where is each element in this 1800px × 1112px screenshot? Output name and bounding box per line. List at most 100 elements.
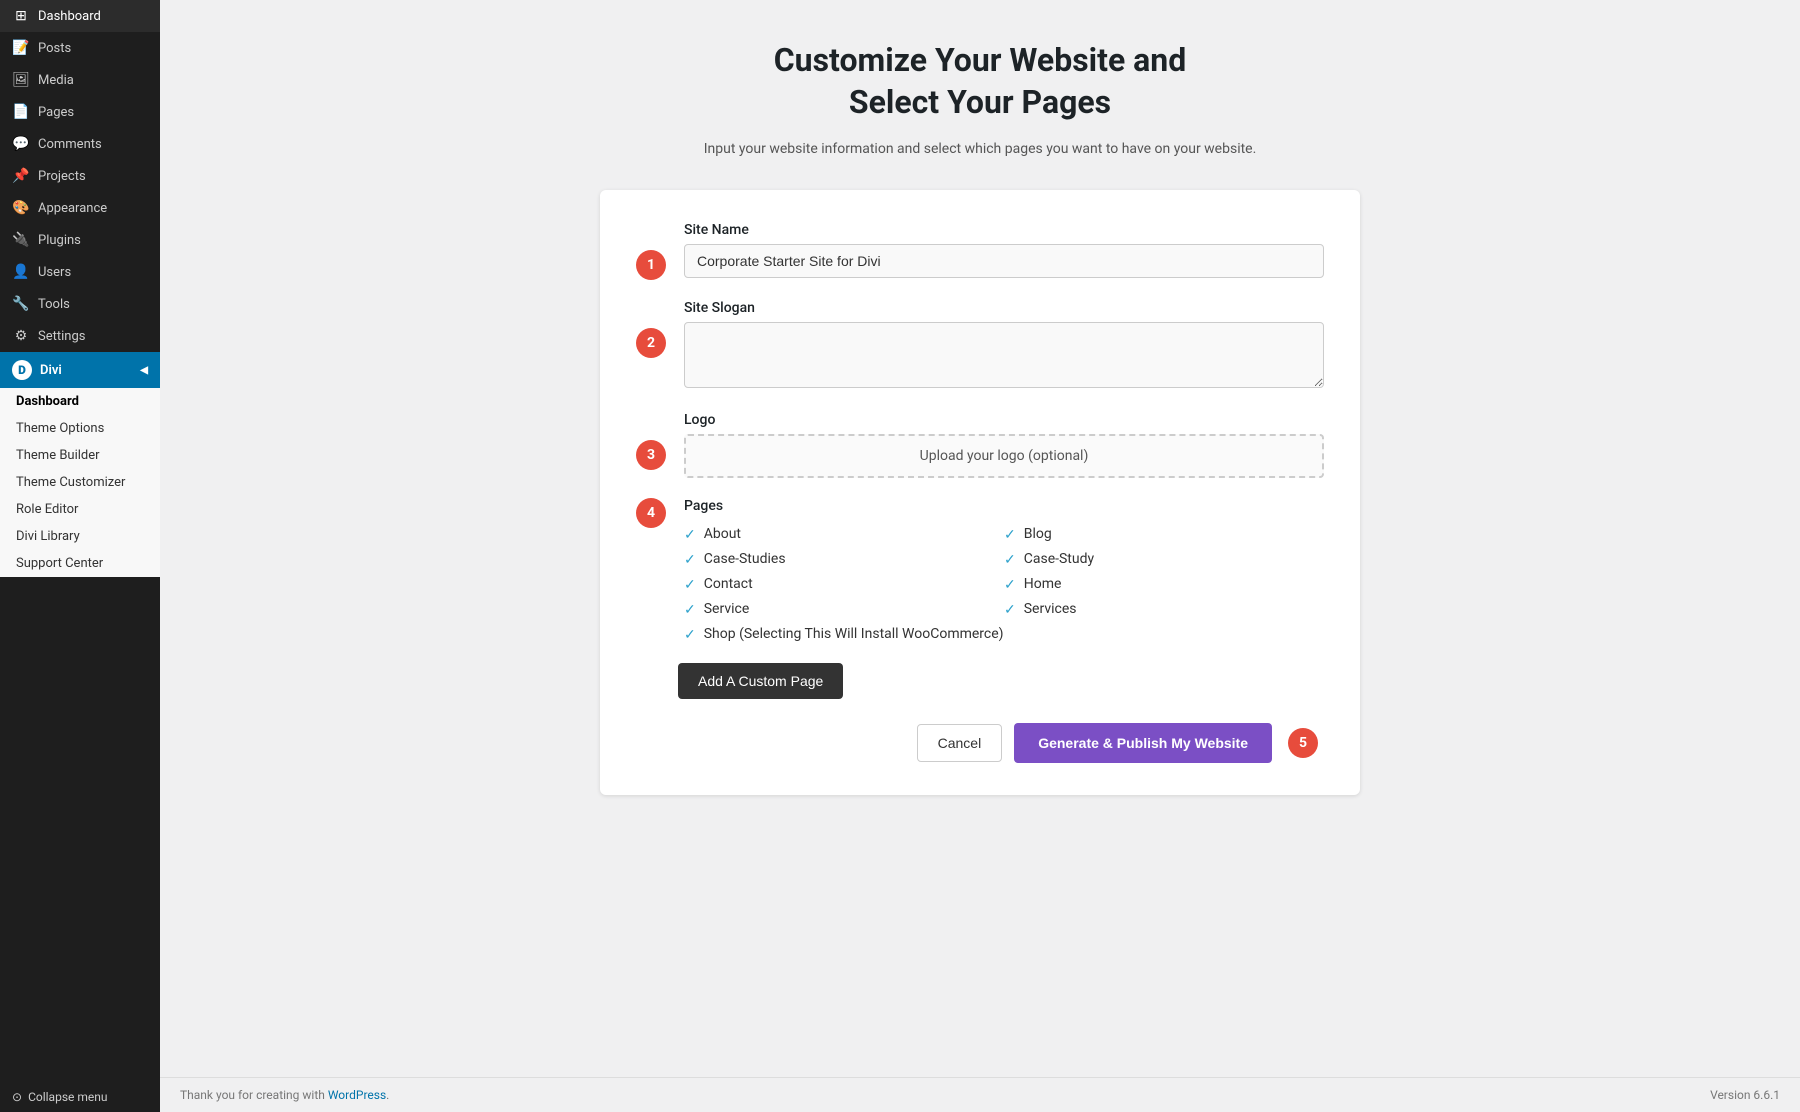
sidebar-item-users[interactable]: 👤Users <box>0 256 160 288</box>
step-5-badge: 5 <box>1288 728 1318 758</box>
site-slogan-label: Site Slogan <box>684 300 1324 316</box>
footer-left: Thank you for creating with WordPress. <box>180 1088 389 1102</box>
publish-button[interactable]: Generate & Publish My Website <box>1014 723 1272 763</box>
sidebar-item-label: Pages <box>38 105 74 120</box>
page-checkbox-row[interactable]: ✓ Shop (Selecting This Will Install WooCo… <box>684 626 1004 643</box>
page-label: Blog <box>1024 526 1052 542</box>
divi-submenu-support-center[interactable]: Support Center <box>0 550 160 577</box>
add-custom-page-button[interactable]: Add A Custom Page <box>678 663 843 699</box>
page-title: Customize Your Website and Select Your P… <box>220 40 1740 123</box>
sidebar-item-posts[interactable]: 📝 Posts <box>0 32 160 64</box>
comments-icon: 💬 <box>12 136 30 152</box>
site-slogan-row: 2 Site Slogan <box>636 300 1324 392</box>
sidebar-item-label: Projects <box>38 169 86 184</box>
add-custom-page-area: Add A Custom Page <box>636 655 1324 723</box>
divi-submenu-role-editor[interactable]: Role Editor <box>0 496 160 523</box>
cancel-button[interactable]: Cancel <box>917 724 1003 762</box>
divi-submenu-theme-builder[interactable]: Theme Builder <box>0 442 160 469</box>
divi-icon: D <box>12 360 32 380</box>
page-label: Home <box>1024 576 1062 592</box>
appearance-icon: 🎨 <box>12 200 30 216</box>
page-checkbox-row[interactable]: ✓Services <box>1004 601 1324 618</box>
check-icon: ✓ <box>1004 577 1016 593</box>
check-icon: ✓ <box>684 552 696 568</box>
divi-submenu-dashboard-sub[interactable]: Dashboard <box>0 388 160 415</box>
logo-upload-button[interactable]: Upload your logo (optional) <box>684 434 1324 478</box>
sidebar-item-label: Plugins <box>38 233 81 248</box>
step-2-badge: 2 <box>636 328 666 358</box>
form-actions: Cancel Generate & Publish My Website 5 <box>636 723 1324 763</box>
sidebar-item-label: Users <box>38 265 71 280</box>
check-icon: ✓ <box>684 577 696 593</box>
page-label: Shop (Selecting This Will Install WooCom… <box>704 626 1004 642</box>
plugins-icon: 🔌 <box>12 232 30 248</box>
pages-grid: ✓About✓Blog✓Case-Studies✓Case-Study✓Cont… <box>684 526 1324 643</box>
divi-submenu: DashboardTheme OptionsTheme BuilderTheme… <box>0 388 160 577</box>
check-icon: ✓ <box>684 627 696 643</box>
pages-label: Pages <box>684 498 1324 514</box>
site-name-row: 1 Site Name <box>636 222 1324 280</box>
step-3-badge: 3 <box>636 440 666 470</box>
main-content: Customize Your Website and Select Your P… <box>160 0 1800 1112</box>
sidebar-item-label: Media <box>38 73 74 88</box>
page-label: Case-Studies <box>704 551 786 567</box>
sidebar-item-comments[interactable]: 💬 Comments <box>0 128 160 160</box>
sidebar-item-label: Settings <box>38 329 85 344</box>
page-checkbox-row[interactable]: ✓ Home <box>1004 576 1324 593</box>
logo-label: Logo <box>684 412 1324 428</box>
projects-icon: 📌 <box>12 168 30 184</box>
version-text: Version 6.6.1 <box>1710 1088 1780 1102</box>
site-name-label: Site Name <box>684 222 1324 238</box>
media-icon: 🖼 <box>12 72 30 88</box>
page-label: Case-Study <box>1024 551 1094 567</box>
sidebar-item-pages[interactable]: 📄 Pages <box>0 96 160 128</box>
pages-row: 4 Pages ✓About✓Blog✓Case-Studies✓Case-St… <box>636 498 1324 643</box>
check-icon: ✓ <box>1004 552 1016 568</box>
check-icon: ✓ <box>684 602 696 618</box>
collapse-menu-button[interactable]: ⊙ Collapse menu <box>0 1082 160 1112</box>
step-1-badge: 1 <box>636 250 666 280</box>
posts-icon: 📝 <box>12 40 30 56</box>
divi-submenu-theme-customizer[interactable]: Theme Customizer <box>0 469 160 496</box>
sidebar-item-settings[interactable]: ⚙ Settings <box>0 320 160 352</box>
tools-icon: 🔧 <box>12 296 30 312</box>
sidebar-item-plugins[interactable]: 🔌 Plugins <box>0 224 160 256</box>
pages-icon: 📄 <box>12 104 30 120</box>
page-label: Service <box>704 601 750 617</box>
settings-icon: ⚙ <box>12 328 30 344</box>
sidebar-item-label: Comments <box>38 137 102 152</box>
divi-menu-header[interactable]: D Divi ◀ <box>0 352 160 388</box>
page-checkbox-row[interactable]: ✓ Case-Studies <box>684 551 1004 568</box>
collapse-label: Collapse menu <box>28 1090 107 1104</box>
page-label: Services <box>1024 601 1077 617</box>
wordpress-link[interactable]: WordPress <box>328 1088 386 1102</box>
page-label: Contact <box>704 576 753 592</box>
page-checkbox-row[interactable]: ✓ Service <box>684 601 1004 618</box>
step-4-badge: 4 <box>636 498 666 528</box>
site-slogan-input[interactable] <box>684 322 1324 388</box>
page-subtitle: Input your website information and selec… <box>220 139 1740 160</box>
sidebar: ⊞ Dashboard 📝 Posts 🖼 Media 📄 Pages 💬 Comments 📌 Pr… <box>0 0 160 1112</box>
collapse-icon: ⊙ <box>12 1090 22 1104</box>
sidebar-item-media[interactable]: 🖼 Media <box>0 64 160 96</box>
divi-submenu-divi-library[interactable]: Divi Library <box>0 523 160 550</box>
sidebar-item-label: Dashboard <box>38 9 101 24</box>
sidebar-item-appearance[interactable]: 🎨 Appearance <box>0 192 160 224</box>
divi-submenu-theme-options[interactable]: Theme Options <box>0 415 160 442</box>
page-checkbox-row[interactable]: ✓About <box>684 526 1004 543</box>
divi-label: Divi <box>40 363 62 378</box>
sidebar-item-dashboard[interactable]: ⊞ Dashboard <box>0 0 160 32</box>
form-card: 1 Site Name 2 Site Slogan 3 Logo <box>600 190 1360 795</box>
dashboard-icon: ⊞ <box>12 8 30 24</box>
sidebar-item-label: Posts <box>38 41 71 56</box>
sidebar-item-tools[interactable]: 🔧 Tools <box>0 288 160 320</box>
sidebar-item-projects[interactable]: 📌 Projects <box>0 160 160 192</box>
divi-arrow-icon: ◀ <box>140 365 148 376</box>
site-name-input[interactable] <box>684 244 1324 278</box>
page-checkbox-row[interactable]: ✓ Contact <box>684 576 1004 593</box>
page-checkbox-row[interactable]: ✓Blog <box>1004 526 1324 543</box>
sidebar-item-label: Tools <box>38 297 70 312</box>
check-icon: ✓ <box>684 527 696 543</box>
sidebar-item-label: Appearance <box>38 201 107 216</box>
page-checkbox-row[interactable]: ✓ Case-Study <box>1004 551 1324 568</box>
